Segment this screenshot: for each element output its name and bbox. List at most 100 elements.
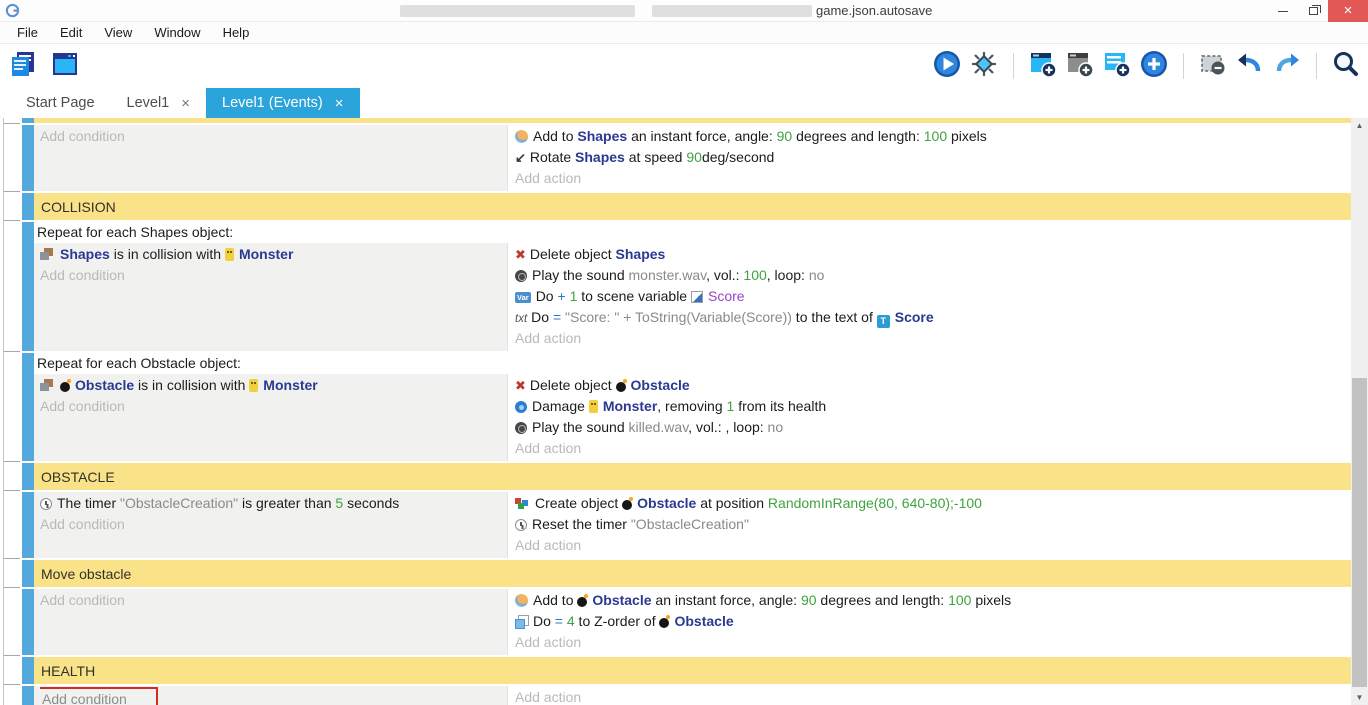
scene-editor-button[interactable]	[50, 49, 80, 84]
scroll-up-icon[interactable]: ▲	[1351, 118, 1368, 133]
text-segment: +	[557, 288, 565, 304]
remove-event-icon	[1199, 50, 1227, 83]
event-row[interactable]: Add condition Add to Obstacle an instant …	[0, 589, 1351, 655]
vertical-scrollbar[interactable]: ▲ ▼	[1351, 118, 1368, 705]
action-line[interactable]: Create object Obstacle at position Rando…	[515, 493, 1351, 514]
repeat-header[interactable]: Repeat for each Obstacle object:	[34, 353, 1351, 374]
event-body: Repeat for each Shapes object:Shapes is …	[34, 222, 1351, 351]
scroll-down-icon[interactable]: ▼	[1351, 690, 1368, 705]
text-segment: RandomInRange(80, 640-80);-100	[768, 495, 982, 511]
text-segment: 100	[948, 592, 971, 608]
text-segment: an instant force, angle:	[627, 128, 776, 144]
remove-event-button[interactable]	[1199, 50, 1227, 83]
comment-row[interactable]	[0, 118, 1351, 123]
text-segment: Delete object	[530, 246, 616, 262]
add-condition-button[interactable]: Add condition	[40, 514, 507, 535]
event-selection-bar[interactable]	[22, 222, 34, 351]
action-line[interactable]: Play the sound monster.wav, vol.: 100, l…	[515, 265, 1351, 286]
obstacle-object-icon	[659, 618, 669, 628]
condition-line[interactable]: Shapes is in collision with Monster	[40, 244, 507, 265]
tab-level1-events[interactable]: Level1 (Events)×	[206, 88, 360, 118]
add-comment-button[interactable]	[1103, 50, 1131, 83]
action-line[interactable]: Delete object Shapes	[515, 244, 1351, 265]
add-action-button[interactable]: Add action	[515, 535, 1351, 556]
obstacle-object-icon	[577, 597, 587, 607]
text-segment: an instant force, angle:	[652, 592, 801, 608]
condition-line[interactable]: Obstacle is in collision with Monster	[40, 375, 507, 396]
event-selection-bar[interactable]	[22, 589, 34, 655]
redo-button[interactable]	[1273, 50, 1301, 83]
restore-button[interactable]	[1298, 0, 1328, 22]
action-line[interactable]: Rotate Shapes at speed 90deg/second	[515, 147, 1351, 168]
tab-start-page[interactable]: Start Page	[10, 88, 111, 118]
text-segment: to scene variable	[577, 288, 691, 304]
event-row[interactable]: Repeat for each Shapes object:Shapes is …	[0, 222, 1351, 351]
comment-row[interactable]: HEALTH	[0, 657, 1351, 684]
event-selection-bar[interactable]	[22, 492, 34, 558]
event-row[interactable]: Add condition Add action	[0, 686, 1351, 705]
close-button[interactable]: ×	[1328, 0, 1368, 22]
event-gutter	[0, 125, 22, 191]
debug-button[interactable]	[970, 50, 998, 83]
add-condition-button[interactable]: Add condition	[40, 126, 507, 147]
repeat-header[interactable]: Repeat for each Shapes object:	[34, 222, 1351, 243]
comment-row[interactable]: COLLISION	[0, 193, 1351, 220]
text-segment: from its health	[734, 398, 826, 414]
add-new-button[interactable]	[1140, 50, 1168, 83]
event-selection-bar[interactable]	[22, 657, 34, 684]
add-condition-button[interactable]: Add condition	[40, 265, 507, 286]
action-line[interactable]: Play the sound killed.wav, vol.: , loop:…	[515, 417, 1351, 438]
event-selection-bar[interactable]	[22, 118, 34, 123]
add-action-button[interactable]: Add action	[515, 168, 1351, 189]
menu-help[interactable]: Help	[212, 25, 261, 40]
conditions-column: Add condition	[34, 589, 508, 655]
condition-line[interactable]: The timer "ObstacleCreation" is greater …	[40, 493, 507, 514]
event-row[interactable]: Add condition Add to Shapes an instant fo…	[0, 125, 1351, 191]
text-segment: Score	[708, 288, 745, 304]
add-condition-button[interactable]: Add condition	[40, 687, 507, 705]
tab-level1[interactable]: Level1×	[111, 88, 207, 118]
event-row[interactable]: The timer "ObstacleCreation" is greater …	[0, 492, 1351, 558]
action-line[interactable]: Do = "Score: " + ToString(Variable(Score…	[515, 307, 1351, 328]
event-body: OBSTACLE	[34, 463, 1351, 490]
event-selection-bar[interactable]	[22, 463, 34, 490]
project-manager-button[interactable]	[8, 49, 38, 84]
search-button[interactable]	[1332, 50, 1360, 83]
play-button[interactable]	[933, 50, 961, 83]
add-action-button[interactable]: Add action	[515, 632, 1351, 653]
action-line[interactable]: Damage Monster, removing 1 from its heal…	[515, 396, 1351, 417]
event-selection-bar[interactable]	[22, 686, 34, 705]
action-line[interactable]: Do + 1 to scene variable Score	[515, 286, 1351, 307]
undo-button[interactable]	[1236, 50, 1264, 83]
menu-view[interactable]: View	[93, 25, 143, 40]
force-icon	[515, 130, 528, 143]
menu-file[interactable]: File	[6, 25, 49, 40]
action-line[interactable]: Reset the timer "ObstacleCreation"	[515, 514, 1351, 535]
text-segment: =	[553, 309, 561, 325]
action-line[interactable]: Do = 4 to Z-order of Obstacle	[515, 611, 1351, 632]
add-action-button[interactable]: Add action	[515, 328, 1351, 349]
action-line[interactable]: Add to Shapes an instant force, angle: 9…	[515, 126, 1351, 147]
add-event-button[interactable]	[1029, 50, 1057, 83]
action-line[interactable]: Delete object Obstacle	[515, 375, 1351, 396]
add-subevent-button[interactable]	[1066, 50, 1094, 83]
add-condition-button[interactable]: Add condition	[40, 396, 507, 417]
event-selection-bar[interactable]	[22, 560, 34, 587]
close-tab-icon[interactable]: ×	[181, 95, 190, 112]
add-action-button[interactable]: Add action	[515, 438, 1351, 459]
event-selection-bar[interactable]	[22, 193, 34, 220]
menu-window[interactable]: Window	[143, 25, 211, 40]
action-line[interactable]: Add to Obstacle an instant force, angle:…	[515, 590, 1351, 611]
add-condition-button[interactable]: Add condition	[40, 590, 507, 611]
close-tab-icon[interactable]: ×	[335, 95, 344, 112]
scrollbar-thumb[interactable]	[1352, 378, 1367, 687]
comment-row[interactable]: OBSTACLE	[0, 463, 1351, 490]
text-segment: Do	[533, 613, 555, 629]
add-action-button[interactable]: Add action	[515, 687, 1351, 705]
event-row[interactable]: Repeat for each Obstacle object:Obstacle…	[0, 353, 1351, 461]
menu-edit[interactable]: Edit	[49, 25, 93, 40]
comment-row[interactable]: Move obstacle	[0, 560, 1351, 587]
event-selection-bar[interactable]	[22, 353, 34, 461]
minimize-button[interactable]	[1268, 0, 1298, 22]
event-selection-bar[interactable]	[22, 125, 34, 191]
